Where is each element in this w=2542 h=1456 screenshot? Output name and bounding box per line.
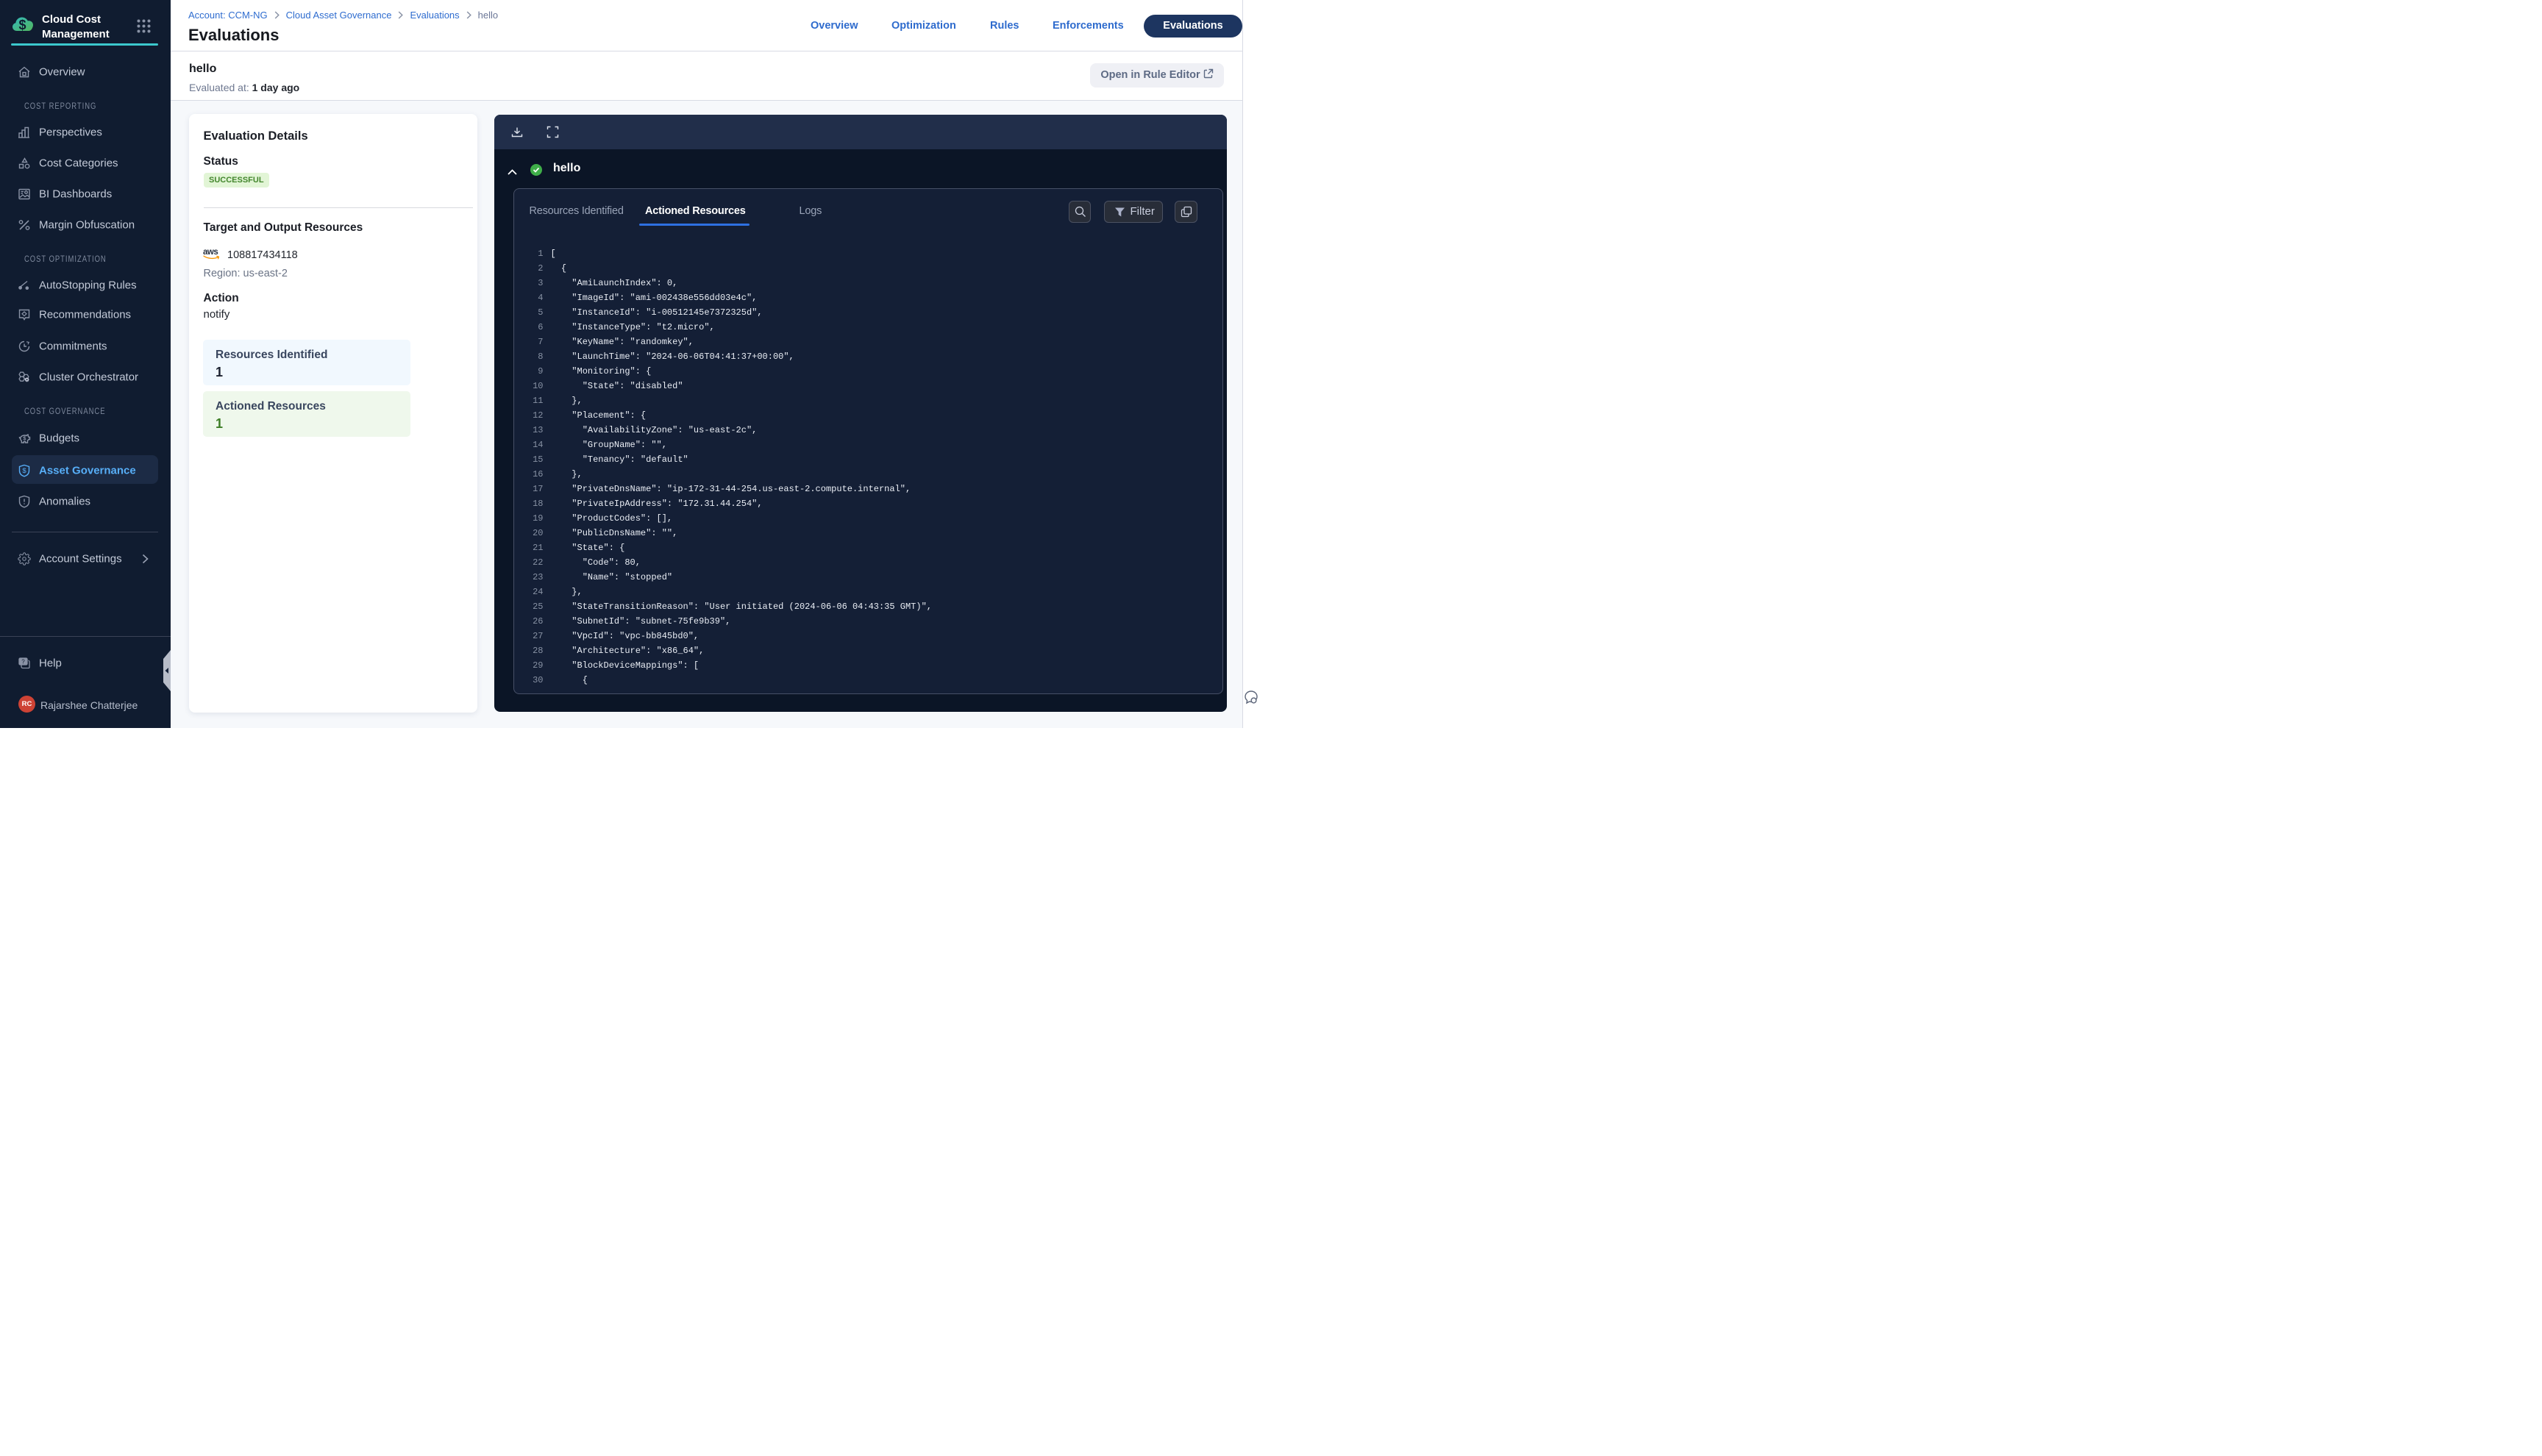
- svg-text:$: $: [22, 467, 26, 475]
- svg-text:$: $: [18, 18, 26, 32]
- svg-text:?: ?: [21, 658, 25, 665]
- svg-text:aws: aws: [203, 248, 218, 257]
